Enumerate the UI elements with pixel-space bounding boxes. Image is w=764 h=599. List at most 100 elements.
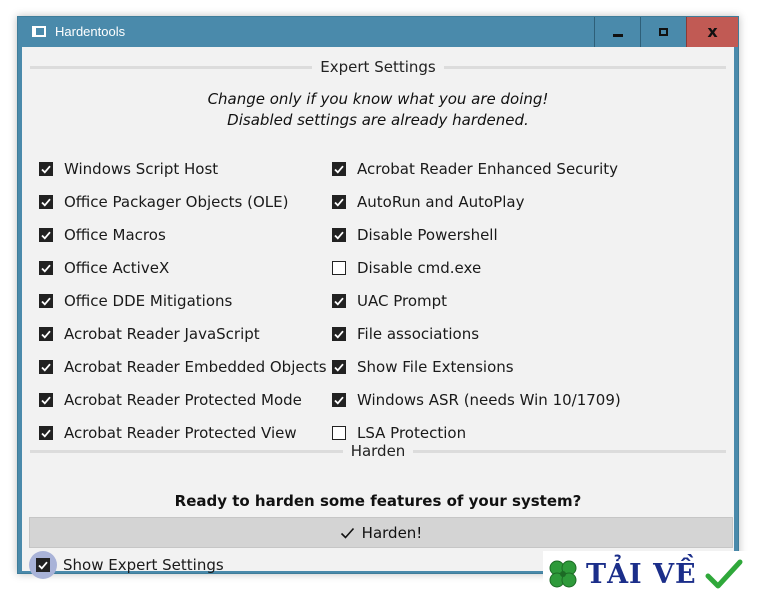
app-window-icon xyxy=(32,26,46,37)
watermark-text: TẢI VỀ xyxy=(586,559,697,590)
setting-checkbox[interactable] xyxy=(39,360,53,374)
window-title: Hardentools xyxy=(55,24,126,39)
check-mark-icon xyxy=(41,198,51,207)
setting-label: Windows ASR (needs Win 10/1709) xyxy=(357,391,621,409)
check-mark-icon xyxy=(41,297,51,306)
harden-prompt: Ready to harden some features of your sy… xyxy=(174,492,582,510)
close-button[interactable]: x xyxy=(686,17,738,47)
check-mark-icon xyxy=(41,165,51,174)
setting-checkbox[interactable] xyxy=(39,393,53,407)
check-mark-icon xyxy=(334,363,344,372)
setting-label: Acrobat Reader Protected Mode xyxy=(64,391,302,409)
show-expert-settings-toggle[interactable]: Show Expert Settings xyxy=(29,550,224,580)
setting-item[interactable]: Office Packager Objects (OLE) xyxy=(39,191,288,213)
setting-item[interactable]: Disable cmd.exe xyxy=(332,257,481,279)
setting-item[interactable]: File associations xyxy=(332,323,479,345)
setting-label: UAC Prompt xyxy=(357,292,448,310)
setting-checkbox[interactable] xyxy=(39,195,53,209)
divider xyxy=(30,449,343,453)
setting-label: Office Macros xyxy=(64,226,166,244)
close-icon: x xyxy=(707,22,718,41)
setting-label: Acrobat Reader JavaScript xyxy=(64,325,260,343)
check-mark-icon xyxy=(334,330,344,339)
expert-settings-title: Expert Settings xyxy=(320,58,436,76)
warning-note-line-1: Change only if you know what you are doi… xyxy=(207,90,549,108)
check-mark-icon xyxy=(334,297,344,306)
checkmark-icon xyxy=(705,559,743,589)
setting-label: Show File Extensions xyxy=(357,358,514,376)
minimize-icon xyxy=(612,33,623,37)
divider xyxy=(413,449,727,453)
check-mark-icon xyxy=(334,165,344,174)
setting-item[interactable]: Office ActiveX xyxy=(39,257,169,279)
setting-label: File associations xyxy=(357,325,480,343)
setting-label: AutoRun and AutoPlay xyxy=(357,193,525,211)
setting-item[interactable]: Windows Script Host xyxy=(39,158,218,180)
setting-label: Windows Script Host xyxy=(64,160,219,178)
maximize-icon xyxy=(659,28,668,36)
show-expert-settings-label: Show Expert Settings xyxy=(63,556,224,574)
divider xyxy=(30,65,313,69)
check-mark-icon xyxy=(41,396,51,405)
setting-item[interactable]: Show File Extensions xyxy=(332,356,514,378)
setting-checkbox[interactable] xyxy=(39,162,53,176)
watermark-badge: TẢI VỀ xyxy=(543,551,764,599)
setting-label: Disable Powershell xyxy=(357,226,498,244)
title-bar[interactable]: Hardentools x xyxy=(18,17,738,47)
harden-button-label: Harden! xyxy=(361,523,423,542)
setting-label: Office Packager Objects (OLE) xyxy=(64,193,289,211)
setting-item[interactable]: AutoRun and AutoPlay xyxy=(332,191,524,213)
check-mark-icon xyxy=(41,330,51,339)
setting-label: Office ActiveX xyxy=(64,259,170,277)
harden-button[interactable]: Harden! xyxy=(29,517,733,548)
maximize-button[interactable] xyxy=(640,17,686,47)
setting-item[interactable]: Acrobat Reader Embedded Objects xyxy=(39,356,327,378)
harden-title: Harden xyxy=(350,442,406,460)
setting-label: Acrobat Reader Embedded Objects xyxy=(64,358,327,376)
setting-item[interactable]: Windows ASR (needs Win 10/1709) xyxy=(332,389,621,411)
setting-checkbox[interactable] xyxy=(39,327,53,341)
setting-item[interactable]: Office DDE Mitigations xyxy=(39,290,232,312)
check-mark-icon xyxy=(41,231,51,240)
expert-settings-header: Expert Settings xyxy=(30,57,727,77)
setting-checkbox[interactable] xyxy=(332,426,346,440)
setting-item[interactable]: Acrobat Reader Protected Mode xyxy=(39,389,302,411)
check-mark-icon xyxy=(41,264,51,273)
check-mark-icon xyxy=(334,396,344,405)
setting-item[interactable]: Office Macros xyxy=(39,224,166,246)
setting-checkbox[interactable] xyxy=(332,393,346,407)
show-expert-settings-checkbox[interactable] xyxy=(36,558,50,572)
setting-item[interactable]: Disable Powershell xyxy=(332,224,498,246)
check-mark-icon xyxy=(38,561,48,570)
setting-checkbox[interactable] xyxy=(332,195,346,209)
setting-checkbox[interactable] xyxy=(332,360,346,374)
check-mark-icon xyxy=(334,198,344,207)
setting-checkbox[interactable] xyxy=(39,294,53,308)
setting-item[interactable]: Acrobat Reader Enhanced Security xyxy=(332,158,618,180)
setting-label: Acrobat Reader Enhanced Security xyxy=(357,160,619,178)
checkmark-icon xyxy=(340,527,354,539)
setting-label: Office DDE Mitigations xyxy=(64,292,233,310)
setting-item[interactable]: Acrobat Reader JavaScript xyxy=(39,323,260,345)
setting-checkbox[interactable] xyxy=(332,327,346,341)
minimize-button[interactable] xyxy=(594,17,640,47)
check-mark-icon xyxy=(41,363,51,372)
setting-checkbox[interactable] xyxy=(39,261,53,275)
setting-checkbox[interactable] xyxy=(332,261,346,275)
setting-label: LSA Protection xyxy=(357,424,467,442)
setting-item[interactable]: UAC Prompt xyxy=(332,290,447,312)
setting-checkbox[interactable] xyxy=(39,228,53,242)
check-mark-icon xyxy=(334,231,344,240)
setting-label: Acrobat Reader Protected View xyxy=(64,424,297,442)
setting-checkbox[interactable] xyxy=(332,294,346,308)
harden-header: Harden xyxy=(30,441,727,461)
setting-checkbox[interactable] xyxy=(332,162,346,176)
divider xyxy=(443,65,727,69)
setting-checkbox[interactable] xyxy=(39,426,53,440)
focus-indicator xyxy=(29,551,57,579)
clover-icon xyxy=(549,560,577,588)
warning-note-line-2: Disabled settings are already hardened. xyxy=(227,111,529,129)
setting-checkbox[interactable] xyxy=(332,228,346,242)
setting-label: Disable cmd.exe xyxy=(357,259,482,277)
check-mark-icon xyxy=(41,429,51,438)
